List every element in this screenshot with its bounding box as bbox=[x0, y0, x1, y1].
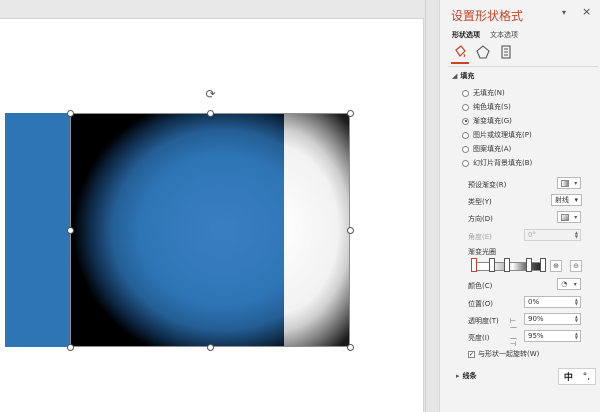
brightness-value[interactable]: 95% bbox=[528, 332, 544, 340]
input-mode-button[interactable]: 中 bbox=[564, 370, 573, 383]
blue-rectangle-shape[interactable] bbox=[5, 113, 71, 347]
position-label: 位置(O) bbox=[468, 300, 493, 308]
tab-shape-options[interactable]: 形状选项 bbox=[452, 30, 480, 40]
collapse-chevron-icon: ◢ bbox=[452, 72, 458, 80]
brightness-spinner[interactable]: 95% ▲ ▼ bbox=[524, 330, 581, 342]
pane-divider bbox=[448, 66, 598, 67]
spinner-arrows-icon: ▲ ▼ bbox=[574, 230, 578, 239]
slide-canvas: ⟳ bbox=[0, 0, 425, 412]
gradient-stop[interactable] bbox=[540, 258, 546, 272]
line-section-header[interactable]: ▸ 线条 bbox=[456, 371, 477, 381]
fill-section-header[interactable]: ◢ 填充 bbox=[452, 71, 474, 81]
punctuation-mode-button[interactable]: °, bbox=[583, 372, 590, 382]
radio-label: 幻灯片背景填充(B) bbox=[473, 159, 533, 167]
rotate-handle-icon[interactable]: ⟳ bbox=[204, 88, 217, 101]
gradient-white-region bbox=[284, 113, 350, 347]
type-value: 射线 bbox=[555, 196, 569, 204]
rotate-with-shape-label: 与形状一起旋转(W) bbox=[478, 350, 540, 358]
radio-background-fill[interactable]: 幻灯片背景填充(B) bbox=[462, 158, 532, 168]
preset-gradient-dropdown[interactable]: ▾ bbox=[557, 177, 581, 189]
pane-title: 设置形状格式 bbox=[451, 9, 524, 23]
radio-label: 无填充(N) bbox=[473, 89, 505, 97]
angle-spinner: 0° ▲ ▼ bbox=[524, 229, 581, 241]
type-dropdown[interactable]: 射线 ▾ bbox=[551, 194, 582, 206]
add-gradient-stop-icon[interactable]: ⊕ bbox=[550, 260, 562, 272]
gradient-filled-shape[interactable] bbox=[70, 113, 350, 347]
radio-button[interactable] bbox=[462, 103, 469, 111]
resize-handle-bottom-left[interactable] bbox=[67, 344, 74, 351]
radio-gradient-fill[interactable]: 渐变填充(G) bbox=[462, 116, 512, 126]
radio-label: 纯色填充(S) bbox=[473, 103, 511, 111]
spinner-arrows-icon[interactable]: ▲ ▼ bbox=[575, 315, 578, 323]
chevron-down-icon: ▾ bbox=[574, 179, 578, 187]
direction-swatch-icon bbox=[560, 213, 569, 221]
resize-handle-top-middle[interactable] bbox=[207, 110, 214, 117]
transparency-value[interactable]: 90% bbox=[528, 315, 544, 323]
direction-dropdown[interactable]: ▾ bbox=[557, 211, 581, 223]
resize-handle-top-right[interactable] bbox=[347, 110, 354, 117]
remove-gradient-stop-icon[interactable]: ⊖ bbox=[570, 260, 582, 272]
effects-icon[interactable] bbox=[474, 44, 492, 60]
radio-no-fill[interactable]: 无填充(N) bbox=[462, 88, 505, 98]
radio-label: 图片或纹理填充(P) bbox=[473, 131, 532, 139]
spinner-arrows-icon[interactable]: ▲ ▼ bbox=[575, 332, 578, 340]
transparency-slider[interactable]: ⊢— bbox=[510, 318, 522, 331]
pane-bottom-toolbar: 中 °, bbox=[558, 368, 596, 385]
angle-label: 角度(E) bbox=[468, 233, 492, 241]
radio-button-selected[interactable] bbox=[462, 117, 469, 125]
gradient-stop-selected[interactable] bbox=[471, 258, 477, 272]
expand-chevron-icon: ▸ bbox=[456, 372, 460, 380]
tab-text-options[interactable]: 文本选项 bbox=[490, 30, 518, 40]
radio-solid-fill[interactable]: 纯色填充(S) bbox=[462, 102, 511, 112]
fill-section-label: 填充 bbox=[460, 72, 475, 80]
resize-handle-top-left[interactable] bbox=[67, 110, 74, 117]
paint-bucket-icon: ◔ bbox=[561, 280, 568, 288]
chevron-down-icon: ▾ bbox=[573, 280, 577, 288]
position-value[interactable]: 0% bbox=[528, 298, 539, 306]
gradient-stop[interactable] bbox=[504, 258, 510, 272]
gradient-stop[interactable] bbox=[489, 258, 495, 272]
rotate-with-shape-checkbox[interactable]: ✓ bbox=[468, 350, 475, 358]
angle-value: 0° bbox=[528, 231, 536, 239]
transparency-label: 透明度(T) bbox=[468, 317, 499, 325]
size-and-properties-icon[interactable] bbox=[497, 44, 515, 60]
gradient-stop[interactable] bbox=[526, 258, 532, 272]
pane-splitter[interactable] bbox=[425, 0, 439, 412]
resize-handle-middle-right[interactable] bbox=[347, 227, 354, 234]
format-shape-pane: 设置形状格式 ▾ × 形状选项 文本选项 ◢ 填充 无填充(N) 纯色填充(S) … bbox=[439, 0, 600, 412]
color-dropdown[interactable]: ◔ ▾ bbox=[557, 278, 581, 290]
radio-button[interactable] bbox=[462, 131, 469, 139]
chevron-down-icon: ▾ bbox=[574, 196, 578, 204]
resize-handle-bottom-middle[interactable] bbox=[207, 344, 214, 351]
radio-pattern-fill[interactable]: 图案填充(A) bbox=[462, 144, 511, 154]
pane-close-button[interactable]: × bbox=[582, 5, 591, 18]
transparency-spinner[interactable]: 90% ▲ ▼ bbox=[524, 313, 581, 325]
resize-handle-bottom-right[interactable] bbox=[347, 344, 354, 351]
radio-label: 渐变填充(G) bbox=[473, 117, 512, 125]
pane-options-dropdown[interactable]: ▾ bbox=[562, 8, 566, 17]
resize-handle-middle-left[interactable] bbox=[67, 227, 74, 234]
type-label: 类型(Y) bbox=[468, 198, 492, 206]
brightness-label: 亮度(I) bbox=[468, 334, 490, 342]
chevron-down-icon: ▾ bbox=[574, 213, 578, 221]
position-spinner[interactable]: 0% ▲ ▼ bbox=[524, 296, 581, 308]
radio-button[interactable] bbox=[462, 159, 469, 167]
gradient-swatch-icon bbox=[560, 179, 569, 187]
direction-label: 方向(D) bbox=[468, 215, 493, 223]
radio-picture-fill[interactable]: 图片或纹理填充(P) bbox=[462, 130, 532, 140]
preset-gradient-label: 预设渐变(R) bbox=[468, 181, 507, 189]
fill-and-line-icon[interactable] bbox=[451, 44, 469, 60]
radio-button[interactable] bbox=[462, 145, 469, 153]
spinner-arrows-icon[interactable]: ▲ ▼ bbox=[575, 298, 578, 306]
line-section-label: 线条 bbox=[462, 372, 477, 380]
color-label: 颜色(C) bbox=[468, 282, 493, 290]
active-category-indicator bbox=[451, 62, 469, 64]
radio-button[interactable] bbox=[462, 89, 469, 97]
rotate-with-shape-option[interactable]: ✓ 与形状一起旋转(W) bbox=[468, 349, 539, 359]
gradient-stops-label: 渐变光圈 bbox=[468, 248, 496, 256]
radio-label: 图案填充(A) bbox=[473, 145, 512, 153]
brightness-slider[interactable]: —⊣ bbox=[510, 335, 522, 348]
